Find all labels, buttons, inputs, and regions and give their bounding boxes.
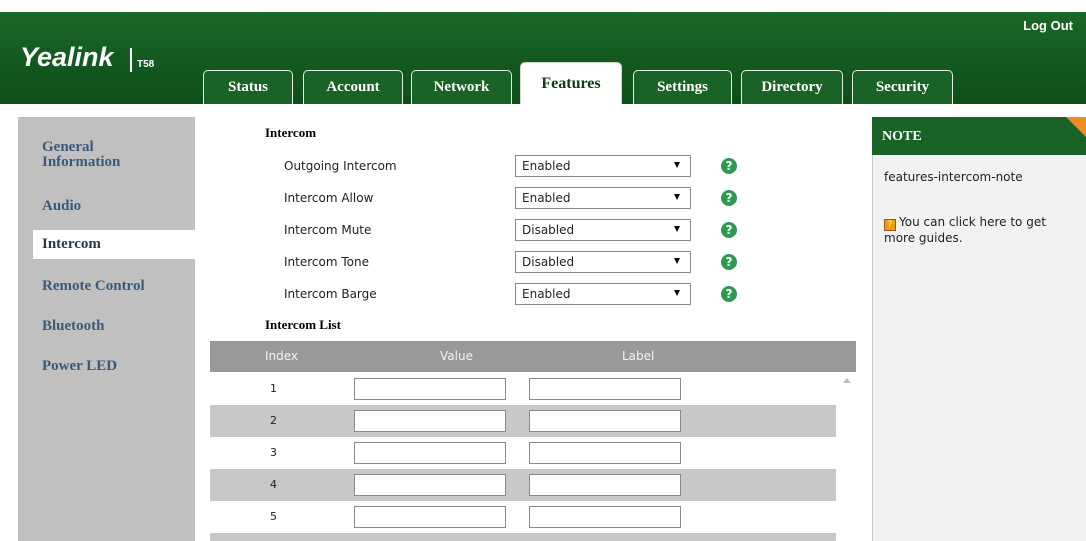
column-header-label: Label: [622, 349, 655, 363]
intercom-list-header: Index Value Label: [210, 341, 856, 372]
list-row: 3: [210, 437, 836, 469]
intercom-mute-label: Intercom Mute: [284, 223, 372, 237]
sidebar-item-power-led[interactable]: Power LED: [42, 359, 117, 374]
header-top-band: [0, 0, 1086, 12]
sidebar-item-general-information[interactable]: General Information: [42, 140, 152, 170]
sidebar-item-bluetooth[interactable]: Bluetooth: [42, 319, 105, 334]
label-input[interactable]: [529, 410, 681, 432]
chevron-down-icon: [674, 290, 680, 296]
label-input[interactable]: [529, 442, 681, 464]
value-input[interactable]: [354, 474, 506, 496]
label-input[interactable]: [529, 506, 681, 528]
outgoing-intercom-label: Outgoing Intercom: [284, 159, 397, 173]
intercom-allow-label: Intercom Allow: [284, 191, 374, 205]
tab-features[interactable]: Features: [520, 62, 622, 104]
note-body: [872, 155, 1086, 541]
help-icon[interactable]: ?: [721, 222, 737, 238]
row-index: 2: [270, 414, 277, 427]
model-label: T58: [137, 59, 155, 70]
note-text: features-intercom-note: [884, 170, 1023, 184]
chevron-down-icon: [674, 162, 680, 168]
chevron-down-icon: [674, 258, 680, 264]
tab-account[interactable]: Account: [303, 70, 403, 104]
tab-security[interactable]: Security: [852, 70, 953, 104]
row-index: 4: [270, 478, 277, 491]
value-input[interactable]: [354, 410, 506, 432]
list-row: 5: [210, 501, 836, 533]
scroll-up-arrow-icon[interactable]: [843, 378, 851, 383]
tab-directory[interactable]: Directory: [741, 70, 843, 104]
help-icon[interactable]: ?: [721, 190, 737, 206]
outgoing-intercom-value: Enabled: [522, 159, 571, 173]
value-input[interactable]: [354, 378, 506, 400]
intercom-mute-value: Disabled: [522, 223, 575, 237]
list-row: 2: [210, 405, 836, 437]
guide-text: You can click here to get more guides.: [884, 215, 1046, 245]
intercom-list-title: Intercom List: [265, 317, 341, 332]
sidebar-item-remote-control[interactable]: Remote Control: [42, 279, 145, 294]
intercom-tone-select[interactable]: Disabled: [515, 251, 691, 273]
sidebar-item-intercom[interactable]: Intercom: [33, 230, 204, 259]
chevron-down-icon: [674, 194, 680, 200]
tab-status[interactable]: Status: [203, 70, 293, 104]
intercom-section-title: Intercom: [265, 125, 317, 140]
list-row: 4: [210, 469, 836, 501]
guide-question-icon: ?: [884, 219, 896, 231]
list-row: 1: [210, 373, 836, 405]
intercom-allow-value: Enabled: [522, 191, 571, 205]
row-index: 1: [270, 382, 277, 395]
label-input[interactable]: [529, 474, 681, 496]
intercom-tone-label: Intercom Tone: [284, 255, 369, 269]
label-input[interactable]: [529, 378, 681, 400]
intercom-barge-label: Intercom Barge: [284, 287, 377, 301]
intercom-allow-select[interactable]: Enabled: [515, 187, 691, 209]
intercom-mute-select[interactable]: Disabled: [515, 219, 691, 241]
help-icon[interactable]: ?: [721, 286, 737, 302]
tab-network[interactable]: Network: [411, 70, 512, 104]
intercom-tone-value: Disabled: [522, 255, 575, 269]
column-header-index: Index: [265, 349, 299, 363]
list-row: [210, 533, 836, 541]
value-input[interactable]: [354, 506, 506, 528]
chevron-down-icon: [674, 226, 680, 232]
yealink-logo: Yealink: [20, 42, 114, 72]
note-title: NOTE: [882, 129, 922, 144]
row-index: 3: [270, 446, 277, 459]
list-scrollbar[interactable]: [836, 372, 856, 541]
logout-link[interactable]: Log Out: [1023, 18, 1073, 33]
help-icon[interactable]: ?: [721, 254, 737, 270]
column-header-value: Value: [440, 349, 473, 363]
value-input[interactable]: [354, 442, 506, 464]
row-index: 5: [270, 510, 277, 523]
note-corner-fold: [1066, 117, 1086, 137]
sidebar-item-audio[interactable]: Audio: [42, 199, 81, 214]
intercom-barge-select[interactable]: Enabled: [515, 283, 691, 305]
logo-divider: [130, 48, 132, 72]
guide-link[interactable]: ? You can click here to get more guides.: [884, 215, 1074, 245]
help-icon[interactable]: ?: [721, 158, 737, 174]
outgoing-intercom-select[interactable]: Enabled: [515, 155, 691, 177]
intercom-barge-value: Enabled: [522, 287, 571, 301]
tab-settings[interactable]: Settings: [633, 70, 732, 104]
